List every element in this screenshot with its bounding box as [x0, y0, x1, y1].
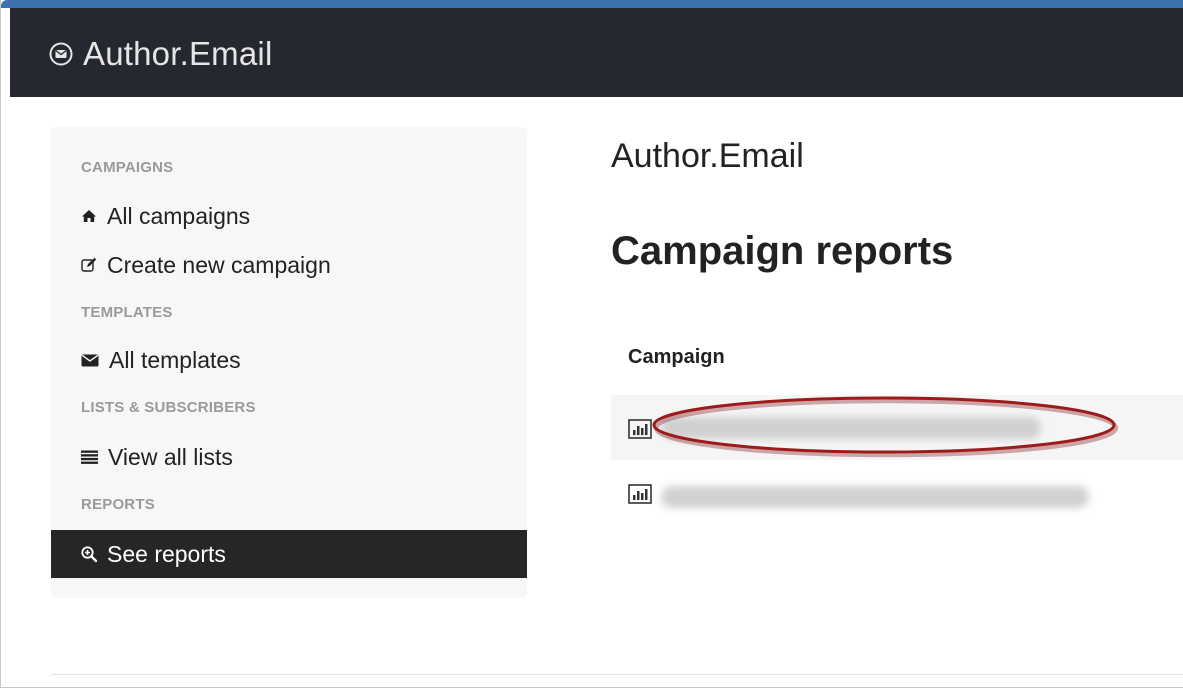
sidebar-item-see-reports-row[interactable]: See reports: [51, 530, 527, 578]
sidebar-item-view-lists[interactable]: View all lists: [81, 444, 233, 470]
table-row[interactable]: [611, 460, 1183, 525]
sidebar: CAMPAIGNS All campaigns Create new campa…: [51, 127, 527, 598]
sidebar-item-all-templates[interactable]: All templates: [81, 347, 241, 373]
search-plus-icon: [81, 546, 97, 562]
brand-name: Author.Email: [83, 35, 273, 72]
envelope-circle-icon: [49, 42, 73, 66]
list-icon: [81, 450, 98, 464]
sidebar-item-label: View all lists: [108, 443, 233, 470]
table-column-header-campaign: Campaign: [628, 346, 725, 368]
top-accent-bar: [1, 0, 1183, 8]
sidebar-item-label: See reports: [107, 540, 226, 567]
footer-divider: [51, 674, 1183, 675]
sidebar-header-lists: LISTS & SUBSCRIBERS: [81, 399, 256, 416]
main-brand-heading: Author.Email: [611, 137, 804, 175]
campaign-name-redacted[interactable]: [661, 486, 1089, 508]
edit-icon: [81, 257, 97, 272]
highlight-annotation-ellipse: [652, 396, 1119, 458]
sidebar-item-see-reports[interactable]: See reports: [81, 541, 226, 567]
sidebar-header-campaigns: CAMPAIGNS: [81, 159, 174, 176]
home-icon: [82, 210, 96, 222]
sidebar-item-create-campaign[interactable]: Create new campaign: [81, 252, 331, 278]
sidebar-item-label: All campaigns: [107, 202, 251, 229]
sidebar-item-label: All templates: [109, 346, 241, 373]
sidebar-header-reports: REPORTS: [81, 496, 155, 513]
bar-chart-icon: [628, 484, 652, 504]
envelope-icon: [81, 354, 99, 366]
navbar-brand[interactable]: Author.Email: [49, 35, 273, 72]
page-title: Campaign reports: [611, 229, 954, 273]
sidebar-item-label: Create new campaign: [107, 251, 331, 278]
app-window: Author.Email CAMPAIGNS All campaigns Cre…: [0, 0, 1183, 688]
sidebar-header-templates: TEMPLATES: [81, 304, 173, 321]
sidebar-item-all-campaigns[interactable]: All campaigns: [81, 203, 250, 229]
